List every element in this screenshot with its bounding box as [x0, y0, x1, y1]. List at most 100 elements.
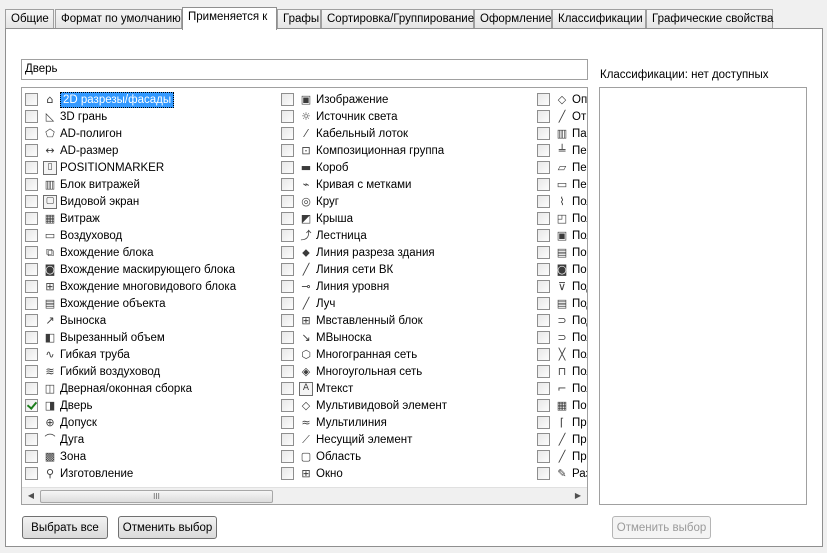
list-item[interactable]: ⊓ Пол [537, 363, 587, 380]
item-checkbox[interactable] [281, 161, 294, 174]
item-checkbox[interactable] [537, 399, 550, 412]
list-item[interactable]: ▭ Воздуховод [25, 227, 122, 244]
item-checkbox[interactable] [25, 297, 38, 310]
list-item[interactable]: ╱ Линия сети ВК [281, 261, 393, 278]
item-checkbox[interactable] [25, 110, 38, 123]
list-item[interactable]: ⊡ Композиционная группа [281, 142, 444, 159]
list-item[interactable]: ⊃ Пол [537, 329, 587, 346]
list-item[interactable]: ▣ Пол [537, 227, 587, 244]
item-checkbox[interactable] [537, 433, 550, 446]
filter-input[interactable]: Дверь [21, 59, 588, 80]
item-checkbox[interactable] [281, 382, 294, 395]
item-checkbox[interactable] [25, 416, 38, 429]
item-checkbox[interactable] [281, 229, 294, 242]
item-checkbox[interactable] [281, 195, 294, 208]
list-item[interactable]: ∿ Гибкая труба [25, 346, 130, 363]
item-checkbox[interactable] [281, 314, 294, 327]
item-checkbox[interactable] [281, 433, 294, 446]
list-item[interactable]: ▣ Изображение [281, 91, 388, 108]
list-item[interactable]: ⌁ Кривая с метками [281, 176, 411, 193]
item-checkbox[interactable] [537, 416, 550, 429]
list-item[interactable]: ⌂ 2D разрезы/фасады [25, 91, 175, 108]
tab-default-format[interactable]: Формат по умолчанию [55, 9, 182, 29]
item-checkbox[interactable] [537, 195, 550, 208]
horizontal-scrollbar[interactable]: ◀ III ▶ [22, 487, 587, 504]
item-checkbox[interactable] [537, 144, 550, 157]
item-checkbox[interactable] [537, 297, 550, 310]
item-checkbox[interactable] [25, 127, 38, 140]
item-checkbox[interactable] [537, 348, 550, 361]
item-checkbox[interactable] [25, 467, 38, 480]
list-item[interactable]: ▭ Пер [537, 176, 587, 193]
scroll-thumb[interactable]: III [40, 490, 273, 503]
list-item[interactable]: ◧ Вырезанный объем [25, 329, 165, 346]
list-item[interactable]: ◙ Вхождение маскирующего блока [25, 261, 235, 278]
list-item[interactable]: ◩ Крыша [281, 210, 353, 227]
list-item[interactable]: ╱ Луч [281, 295, 335, 312]
item-checkbox[interactable] [537, 93, 550, 106]
item-checkbox[interactable] [281, 331, 294, 344]
list-item[interactable]: ▦ Витраж [25, 210, 100, 227]
item-checkbox[interactable] [537, 450, 550, 463]
list-item[interactable]: ⌐ Пол [537, 380, 587, 397]
tab-general[interactable]: Общие [5, 9, 54, 29]
item-checkbox[interactable] [537, 467, 550, 480]
list-item[interactable]: ▢ Область [281, 448, 361, 465]
item-checkbox[interactable] [537, 382, 550, 395]
item-checkbox[interactable] [537, 280, 550, 293]
list-item[interactable]: ⌒ Дуга [25, 431, 84, 448]
item-checkbox[interactable] [537, 314, 550, 327]
item-checkbox[interactable] [25, 263, 38, 276]
list-item[interactable]: ▯ POSITIONMARKER [25, 159, 164, 176]
item-checkbox[interactable] [25, 144, 38, 157]
item-checkbox[interactable] [281, 110, 294, 123]
item-checkbox[interactable] [25, 229, 38, 242]
item-checkbox[interactable] [281, 297, 294, 310]
tab-sorting-grouping[interactable]: Сортировка/Группирование [321, 9, 474, 29]
item-checkbox[interactable] [25, 348, 38, 361]
tab-applies-to[interactable]: Применяется к [182, 7, 277, 30]
list-item[interactable]: ◙ Пом [537, 261, 587, 278]
item-checkbox[interactable] [281, 365, 294, 378]
item-checkbox[interactable] [25, 365, 38, 378]
item-checkbox[interactable] [537, 110, 550, 123]
list-item[interactable]: ▤ Вхождение объекта [25, 295, 165, 312]
list-item[interactable]: ⌇ Пол [537, 193, 587, 210]
item-checkbox[interactable] [281, 467, 294, 480]
item-checkbox[interactable] [25, 382, 38, 395]
item-checkbox[interactable] [25, 195, 38, 208]
list-item[interactable]: ⊸ Линия уровня [281, 278, 389, 295]
list-item[interactable]: ⌈ Про [537, 414, 587, 431]
item-checkbox[interactable] [25, 178, 38, 191]
list-item[interactable]: ◈ Многоугольная сеть [281, 363, 422, 380]
item-checkbox[interactable] [25, 399, 38, 412]
list-item[interactable]: ⁄ Кабельный лоток [281, 125, 408, 142]
item-checkbox[interactable] [537, 178, 550, 191]
item-checkbox[interactable] [537, 365, 550, 378]
list-item[interactable]: ◇ Мультивидовой элемент [281, 397, 447, 414]
list-item[interactable]: ⤴ Лестница [281, 227, 367, 244]
item-checkbox[interactable] [25, 331, 38, 344]
list-item[interactable]: ▩ Зона [25, 448, 86, 465]
deselect-classifications-button[interactable]: Отменить выбор [612, 516, 711, 539]
tab-classifications[interactable]: Классификации [552, 9, 646, 29]
list-item[interactable]: ⬡ Многогранная сеть [281, 346, 417, 363]
list-item[interactable]: ◰ Пол [537, 210, 587, 227]
list-item[interactable]: ╱ Отр [537, 108, 587, 125]
classifications-list[interactable] [599, 87, 807, 505]
list-item[interactable]: ⬠ AD-полигон [25, 125, 122, 142]
scroll-right-icon[interactable]: ▶ [572, 490, 584, 502]
item-checkbox[interactable] [25, 161, 38, 174]
tab-columns[interactable]: Графы [277, 9, 321, 29]
list-item[interactable]: ▬ Короб [281, 159, 348, 176]
list-item[interactable]: A Мтекст [281, 380, 353, 397]
tab-layout[interactable]: Оформление [474, 9, 552, 29]
list-item[interactable]: ◫ Дверная/оконная сборка [25, 380, 192, 397]
list-item[interactable]: ◇ Опр [537, 91, 587, 108]
item-checkbox[interactable] [537, 127, 550, 140]
item-checkbox[interactable] [281, 178, 294, 191]
item-checkbox[interactable] [25, 212, 38, 225]
list-item[interactable]: ╧ Пер [537, 142, 587, 159]
list-item[interactable]: ▥ Блок витражей [25, 176, 140, 193]
item-checkbox[interactable] [281, 246, 294, 259]
